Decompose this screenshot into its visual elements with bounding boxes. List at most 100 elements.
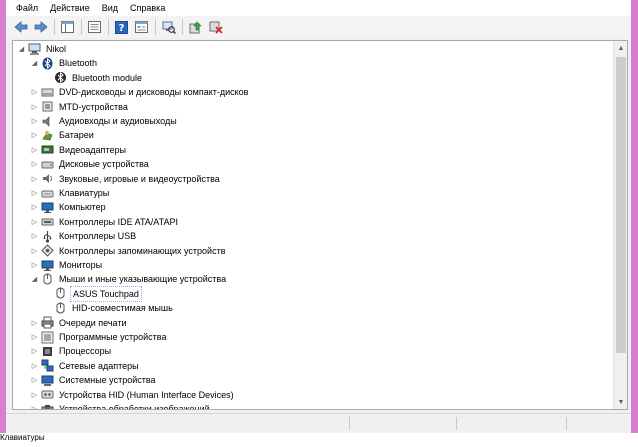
tree-item[interactable]: ▷ Сетевые адаптеры	[13, 359, 613, 373]
mouse-icon	[54, 302, 67, 315]
tree-collapsed-icon[interactable]: ▷	[30, 186, 39, 200]
tree-item-label: Процессоры	[59, 346, 112, 357]
tree-item[interactable]: ▷ Клавиатуры	[13, 186, 613, 200]
tree-expander-spacer	[43, 71, 52, 85]
tree-item-label: Очереди печати	[59, 317, 127, 328]
menu-action[interactable]: Действие	[44, 0, 96, 16]
tree-collapsed-icon[interactable]: ▷	[30, 172, 39, 186]
toolbar: ?	[6, 16, 631, 38]
tree-collapsed-icon[interactable]: ▷	[30, 200, 39, 214]
mouse-icon	[54, 287, 67, 300]
tree-item[interactable]: ▷ Контроллеры запоминающих устройств	[13, 244, 613, 258]
properties-icon	[88, 21, 101, 33]
tree-item[interactable]: ▷ Устройства обработки изображений	[13, 402, 613, 409]
ide-controller-icon	[41, 215, 54, 228]
device-manager-window: Файл Действие Вид Справка ? ◢ Nikol ◢ Bl…	[6, 0, 631, 433]
tree-collapsed-icon[interactable]: ▷	[30, 258, 39, 272]
tree-item[interactable]: ▷ Компьютер	[13, 200, 613, 214]
tree-expanded-icon[interactable]: ◢	[30, 272, 39, 286]
camera-icon	[41, 403, 54, 409]
properties-button[interactable]	[85, 18, 104, 36]
device-tree[interactable]: ◢ Nikol ◢ Bluetooth Bluetooth module ▷ DVD-дис…	[12, 40, 628, 410]
speaker-icon	[41, 115, 54, 128]
tree-item[interactable]: ▷ MTD-устройства	[13, 100, 613, 114]
tree-item[interactable]: ◢ Nikol	[13, 42, 613, 56]
tree-item[interactable]: ▷ Контроллеры IDE ATA/ATAPI	[13, 215, 613, 229]
dvd-drive-icon	[41, 86, 54, 99]
tree-item[interactable]: ▷ Видеоадаптеры	[13, 143, 613, 157]
tree-collapsed-icon[interactable]: ▷	[30, 128, 39, 142]
back-arrow-icon	[13, 21, 27, 33]
vertical-scrollbar[interactable]: ▲ ▼	[613, 41, 627, 409]
tree-item[interactable]: ▷ Устройства HID (Human Interface Devices…	[13, 388, 613, 402]
sound-icon	[41, 172, 54, 185]
tree-item[interactable]: ▷ Аудиовходы и аудиовыходы	[13, 114, 613, 128]
tree-item[interactable]: ◢ Bluetooth	[13, 56, 613, 70]
menu-file[interactable]: Файл	[6, 0, 44, 16]
tree-item[interactable]: ▷ DVD-дисководы и дисководы компакт-диско…	[13, 85, 613, 99]
menu-help[interactable]: Справка	[124, 0, 171, 16]
tree-collapsed-icon[interactable]: ▷	[30, 344, 39, 358]
tree-item[interactable]: ▷ Мониторы	[13, 258, 613, 272]
display-adapter-icon	[41, 143, 54, 156]
tree-expanded-icon[interactable]: ◢	[17, 42, 26, 56]
keyboard-icon	[41, 187, 54, 200]
tree-collapsed-icon[interactable]: ▷	[30, 229, 39, 243]
tree-collapsed-icon[interactable]: ▷	[30, 359, 39, 373]
back-button[interactable]	[11, 18, 30, 36]
tree-item[interactable]: ▷ Процессоры	[13, 344, 613, 358]
update-driver-button[interactable]	[186, 18, 205, 36]
uninstall-device-button[interactable]	[206, 18, 225, 36]
tree-collapsed-icon[interactable]: ▷	[30, 114, 39, 128]
scroll-down-icon[interactable]: ▼	[614, 395, 627, 409]
monitor-icon	[41, 259, 54, 272]
tree-item-label: Устройства HID (Human Interface Devices)	[59, 389, 234, 400]
tree-item[interactable]: ▷ Программные устройства	[13, 330, 613, 344]
battery-icon	[41, 129, 54, 142]
tree-item-label: Дисковые устройства	[59, 159, 149, 170]
menu-view[interactable]: Вид	[96, 0, 124, 16]
scan-hardware-button[interactable]	[159, 18, 178, 36]
update-driver-icon	[189, 21, 202, 33]
tree-item[interactable]: ▷ Контроллеры USB	[13, 229, 613, 243]
view-button[interactable]	[132, 18, 151, 36]
tree-collapsed-icon[interactable]: ▷	[30, 143, 39, 157]
printer-icon	[41, 316, 54, 329]
tree-collapsed-icon[interactable]: ▷	[30, 373, 39, 387]
help-button[interactable]: ?	[112, 18, 131, 36]
tree-collapsed-icon[interactable]: ▷	[30, 388, 39, 402]
tree-collapsed-icon[interactable]: ▷	[30, 215, 39, 229]
tree-collapsed-icon[interactable]: ▷	[30, 100, 39, 114]
tree-item-label: DVD-дисководы и дисководы компакт-дисков	[59, 87, 249, 98]
tree-collapsed-icon[interactable]: ▷	[30, 316, 39, 330]
tree-collapsed-icon[interactable]: ▷	[30, 402, 39, 409]
disk-drive-icon	[41, 158, 54, 171]
tree-item[interactable]: Bluetooth module	[13, 71, 613, 85]
tree-item-label: Батареи	[59, 130, 94, 141]
forward-button[interactable]	[31, 18, 50, 36]
tree-collapsed-icon[interactable]: ▷	[30, 85, 39, 99]
tree-expander-spacer	[43, 301, 52, 315]
tree-item[interactable]: ▷ Звуковые, игровые и видеоустройства	[13, 172, 613, 186]
tree-item[interactable]: ▷ Дисковые устройства	[13, 157, 613, 171]
tree-item-label: Сетевые адаптеры	[59, 360, 139, 371]
tree-collapsed-icon[interactable]: ▷	[30, 157, 39, 171]
tree-item[interactable]: ▷ Очереди печати	[13, 316, 613, 330]
tree-item[interactable]: ◢ Мыши и иные указывающие устройства	[13, 272, 613, 286]
hid-icon	[41, 388, 54, 401]
tree-item[interactable]: HID-совместимая мышь	[13, 301, 613, 315]
system-device-icon	[41, 374, 54, 387]
console-tree-button[interactable]	[58, 18, 77, 36]
tree-expanded-icon[interactable]: ◢	[30, 56, 39, 70]
scrollbar-thumb[interactable]	[616, 57, 626, 353]
tree-item-label: MTD-устройства	[59, 101, 128, 112]
scroll-up-icon[interactable]: ▲	[614, 41, 627, 55]
toolbar-separator	[155, 19, 156, 35]
tree-item[interactable]: ▷ Системные устройства	[13, 373, 613, 387]
tree-item-label: Контроллеры IDE ATA/ATAPI	[59, 216, 178, 227]
tree-collapsed-icon[interactable]: ▷	[30, 244, 39, 258]
computer-icon	[28, 43, 41, 56]
tree-collapsed-icon[interactable]: ▷	[30, 330, 39, 344]
tree-item[interactable]: ▷ Батареи	[13, 128, 613, 142]
tree-item[interactable]: ASUS Touchpad	[13, 285, 613, 302]
